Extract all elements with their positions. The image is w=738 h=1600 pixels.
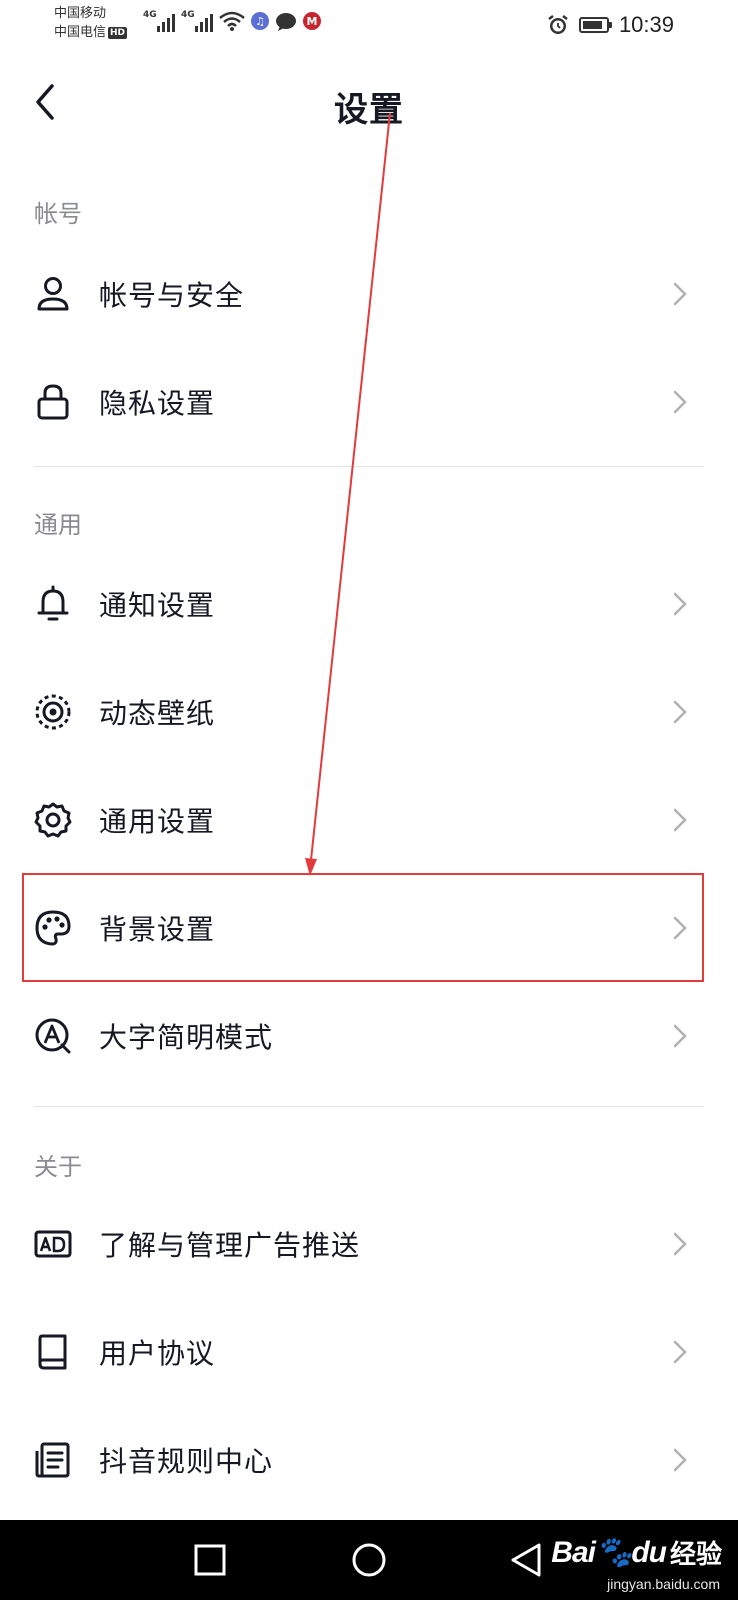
user-icon [34,275,72,313]
system-back-button[interactable] [502,1536,550,1584]
hd-badge: HD [108,27,128,39]
section-divider [34,466,704,467]
settings-item-label: 大字简明模式 [99,1021,274,1054]
alarm-icon [548,15,568,34]
settings-item-privacy[interactable]: 隐私设置 [0,348,738,456]
chat-app-icon [276,13,296,31]
live-wallpaper-icon [34,693,72,731]
watermark-brand: Bai🐾du [551,1536,667,1569]
section-header-general: 通用 [34,511,82,539]
settings-item-label: 通用设置 [99,805,216,838]
document-icon [34,1441,72,1479]
bell-icon [34,585,72,623]
battery-icon [578,17,612,33]
chevron-right-icon [673,282,687,306]
settings-item-account-security[interactable]: 帐号与安全 [0,240,738,348]
book-icon [34,1333,72,1371]
section-header-account: 帐号 [34,200,82,228]
settings-item-label: 抖音规则中心 [99,1445,274,1478]
home-button[interactable] [345,1536,393,1584]
status-time: 10:39 [618,12,674,37]
chevron-right-icon [673,1024,687,1048]
chevron-right-icon [673,1448,687,1472]
settings-item-live-wallpaper[interactable]: 动态壁纸 [0,658,738,766]
status-bar: 中国移动 中国电信 HD 4G 4G ♫ M 10:39 [0,0,738,50]
chevron-right-icon [673,916,687,940]
baidu-jingyan-watermark: Bai🐾du 经验 jingyan.baidu.com [551,1534,722,1592]
settings-item-label: 隐私设置 [99,387,216,420]
settings-item-rules-center[interactable]: 抖音规则中心 [0,1406,738,1514]
carrier-1: 中国移动 [54,6,107,21]
settings-item-general[interactable]: 通用设置 [0,766,738,874]
paw-icon: 🐾 [594,1536,632,1569]
gear-icon [34,801,72,839]
navigation-bar: 设置 [0,66,738,136]
recent-apps-button[interactable] [186,1536,234,1584]
system-navigation-bar: Bai🐾du 经验 jingyan.baidu.com [0,1520,738,1600]
settings-item-notifications[interactable]: 通知设置 [0,550,738,658]
home-icon [352,1543,386,1577]
settings-item-ad-management[interactable]: 了解与管理广告推送 [0,1190,738,1298]
large-font-icon [34,1017,72,1055]
chevron-right-icon [673,808,687,832]
signal-icon: 4G [143,10,175,32]
settings-item-label: 背景设置 [99,913,216,946]
settings-item-background[interactable]: 背景设置 [0,874,738,982]
network-type-2: 4G [181,10,195,20]
chevron-right-icon [673,700,687,724]
wifi-icon [219,11,245,31]
signal-icon-2: 4G [181,10,213,32]
music-app-icon: ♫ [251,12,269,30]
carrier-info: 中国移动 中国电信 HD [54,4,128,42]
recent-apps-icon [194,1544,226,1576]
settings-item-label: 动态壁纸 [99,697,216,730]
bank-app-icon: M [303,12,321,30]
carrier-2: 中国电信 [54,25,107,40]
page-title: 设置 [334,90,404,130]
section-header-about: 关于 [34,1153,82,1181]
section-divider [34,1106,704,1107]
settings-item-user-agreement[interactable]: 用户协议 [0,1298,738,1406]
settings-item-label: 通知设置 [99,589,216,622]
settings-item-label: 用户协议 [99,1337,216,1370]
chevron-right-icon [673,390,687,414]
settings-item-large-font-mode[interactable]: 大字简明模式 [0,982,738,1090]
network-type-1: 4G [143,10,157,20]
ad-icon [34,1225,72,1263]
battery-level [582,21,602,29]
chevron-right-icon [673,1232,687,1256]
chevron-right-icon [673,1340,687,1364]
back-triangle-icon [511,1543,541,1577]
settings-item-label: 帐号与安全 [99,279,245,312]
watermark-url: jingyan.baidu.com [607,1576,720,1592]
lock-icon [34,383,72,421]
settings-item-label: 了解与管理广告推送 [99,1229,361,1262]
watermark-jingyan: 经验 [669,1540,722,1570]
palette-icon [34,909,72,947]
chevron-right-icon [673,592,687,616]
